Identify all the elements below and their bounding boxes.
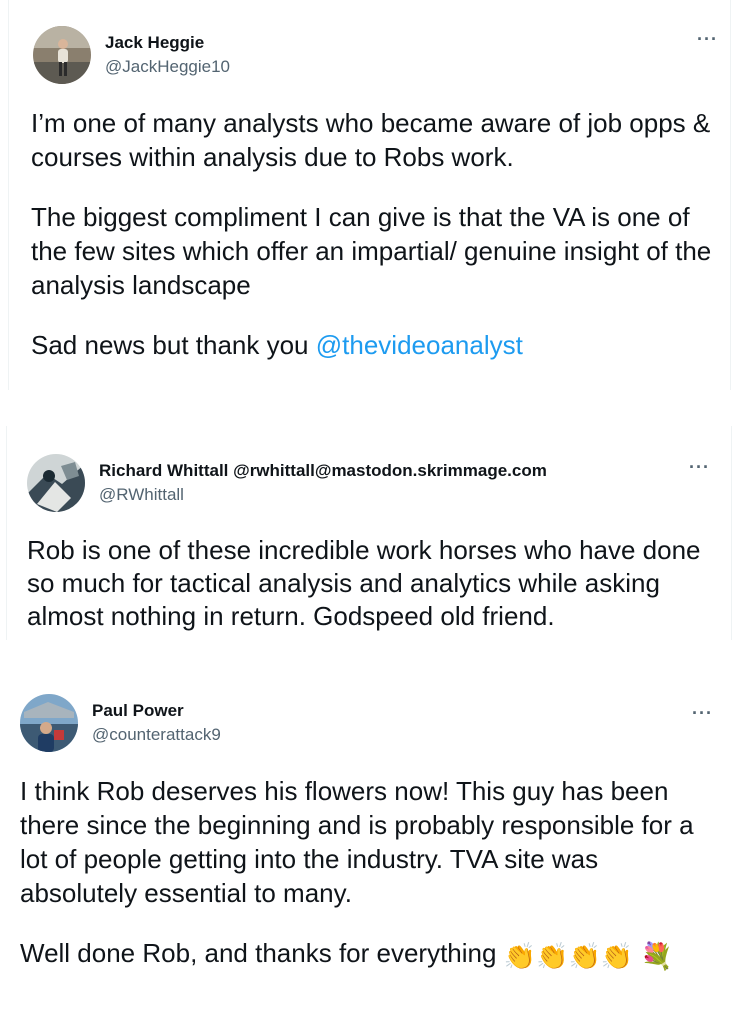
tweet-card-paul-power[interactable]: Paul Power @counterattack9 ··· I think R…: [0, 666, 739, 1024]
tweet-header: Richard Whittall @rwhittall@mastodon.skr…: [27, 454, 547, 512]
display-name[interactable]: Jack Heggie: [105, 32, 230, 53]
bouquet-icon: 💐: [640, 941, 673, 971]
user-handle[interactable]: @RWhittall: [99, 484, 547, 506]
mention-link[interactable]: @thevideoanalyst: [316, 330, 523, 360]
tweet-header: Jack Heggie @JackHeggie10: [33, 26, 230, 84]
tweet-paragraph: Sad news but thank you @thevideoanalyst: [31, 328, 721, 362]
tweet-paragraph: Well done Rob, and thanks for everything…: [20, 936, 720, 970]
clapping-hands-icon: 👏: [503, 941, 537, 971]
tweet-card-richard-whittall[interactable]: Richard Whittall @rwhittall@mastodon.skr…: [6, 426, 732, 640]
illustration-avatar-icon: [27, 454, 85, 512]
tweet-text-span: Sad news but thank you: [31, 330, 316, 360]
more-options-icon[interactable]: ···: [689, 458, 710, 476]
tweet-header: Paul Power @counterattack9: [20, 694, 221, 752]
tweet-card-jack-heggie[interactable]: Jack Heggie @JackHeggie10 ··· I’m one of…: [8, 0, 731, 390]
tweet-text-span: Well done Rob, and thanks for everything: [20, 938, 504, 968]
stadium-photo-avatar-icon: [20, 694, 78, 752]
person-photo-avatar-icon: [33, 26, 91, 84]
display-name[interactable]: Richard Whittall @rwhittall@mastodon.skr…: [99, 460, 547, 481]
tweet-paragraph: The biggest compliment I can give is tha…: [31, 202, 712, 300]
tweet-paragraph: I think Rob deserves his flowers now! Th…: [20, 776, 694, 908]
more-options-icon[interactable]: ···: [697, 30, 718, 48]
tweet-text: Rob is one of these incredible work hors…: [27, 534, 722, 633]
avatar[interactable]: [20, 694, 78, 752]
user-handle[interactable]: @JackHeggie10: [105, 56, 230, 78]
tweet-text: I think Rob deserves his flowers now! Th…: [20, 774, 720, 970]
tweet-paragraph: I’m one of many analysts who became awar…: [31, 108, 711, 172]
more-options-icon[interactable]: ···: [692, 704, 713, 722]
avatar[interactable]: [33, 26, 91, 84]
tweet-text: I’m one of many analysts who became awar…: [31, 106, 721, 362]
clapping-hands-icon: 👏: [568, 941, 601, 971]
tweet-paragraph: Rob is one of these incredible work hors…: [27, 535, 701, 631]
clapping-hands-icon: 👏: [600, 941, 634, 971]
user-handle[interactable]: @counterattack9: [92, 724, 221, 746]
avatar[interactable]: [27, 454, 85, 512]
clapping-hands-icon: 👏: [536, 941, 569, 971]
display-name[interactable]: Paul Power: [92, 700, 221, 721]
